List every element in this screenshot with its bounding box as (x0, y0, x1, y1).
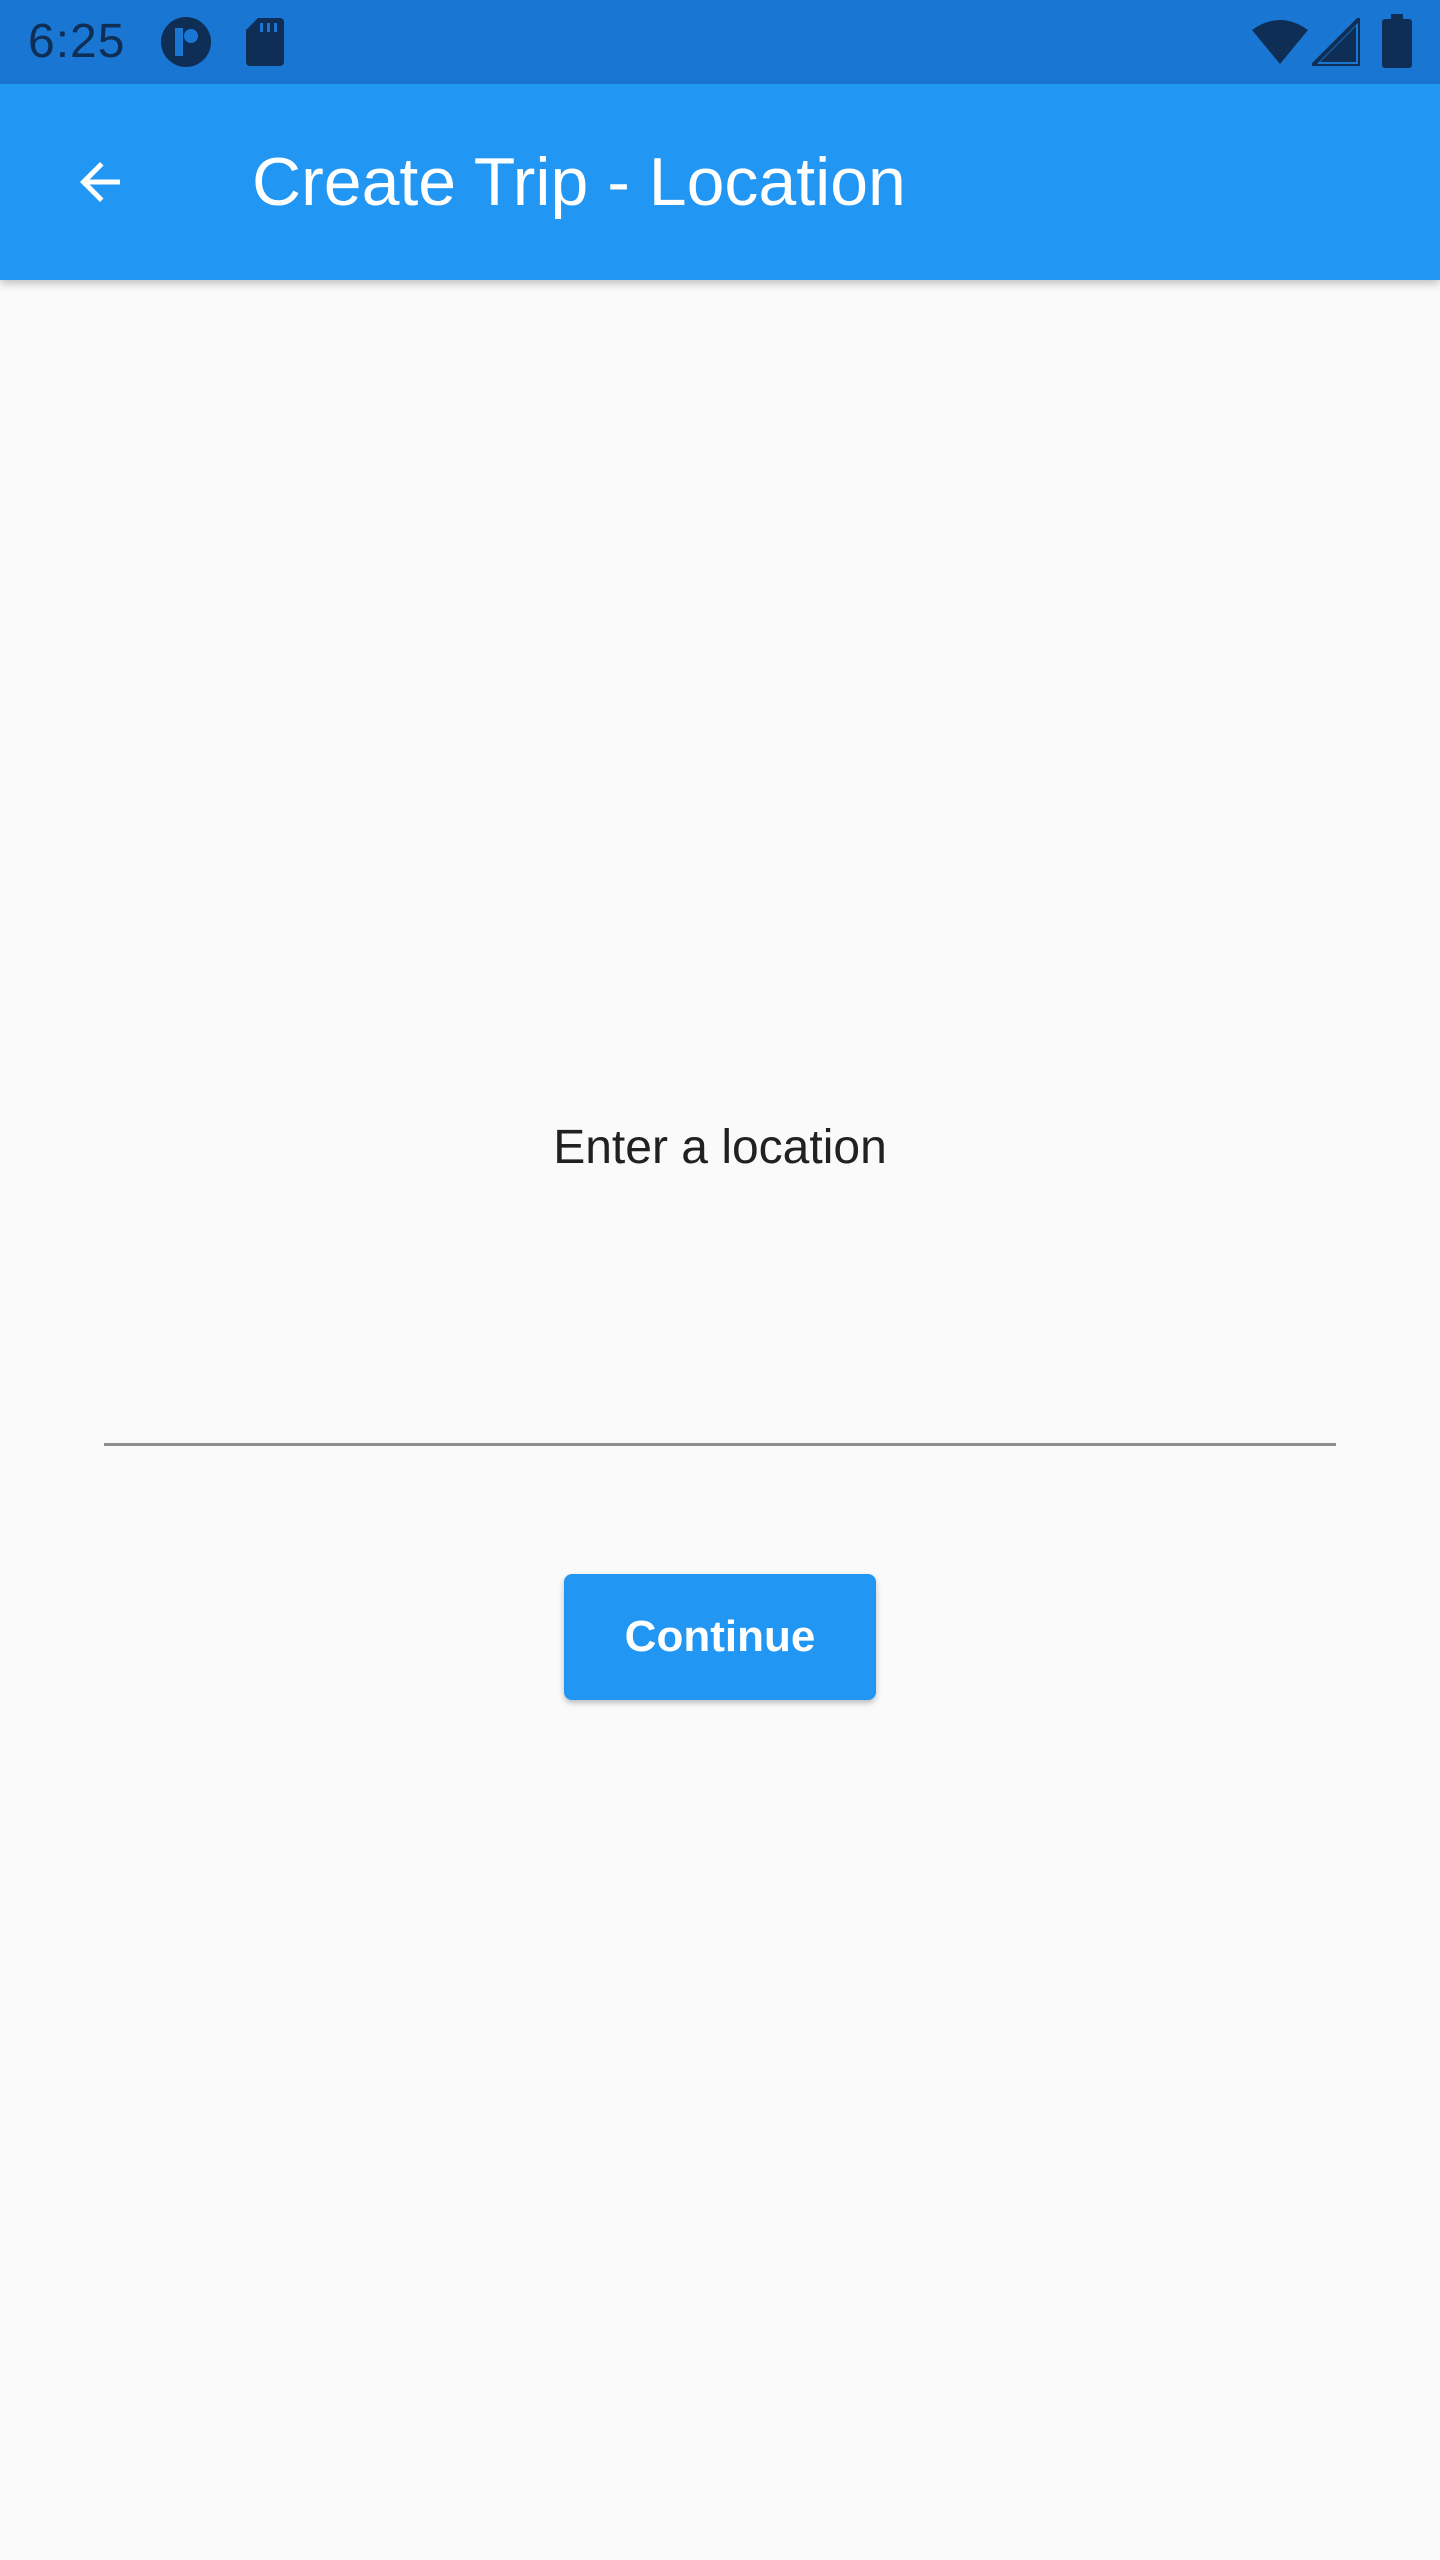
sd-card-icon (246, 18, 284, 66)
location-input[interactable] (104, 1310, 1336, 1446)
app-bar: Create Trip - Location (0, 84, 1440, 280)
cellular-signal-icon (1312, 18, 1360, 66)
battery-icon (1382, 14, 1412, 68)
status-time: 6:25 (28, 15, 126, 68)
page-title: Create Trip - Location (252, 144, 906, 220)
wifi-icon (1252, 20, 1308, 64)
back-button[interactable] (48, 130, 152, 234)
location-prompt-label: Enter a location (553, 1121, 887, 1174)
status-bar: 6:25 (0, 0, 1440, 84)
continue-button[interactable]: Continue (564, 1574, 876, 1700)
arrow-back-icon (80, 162, 120, 202)
notification-app-icon (161, 17, 211, 67)
